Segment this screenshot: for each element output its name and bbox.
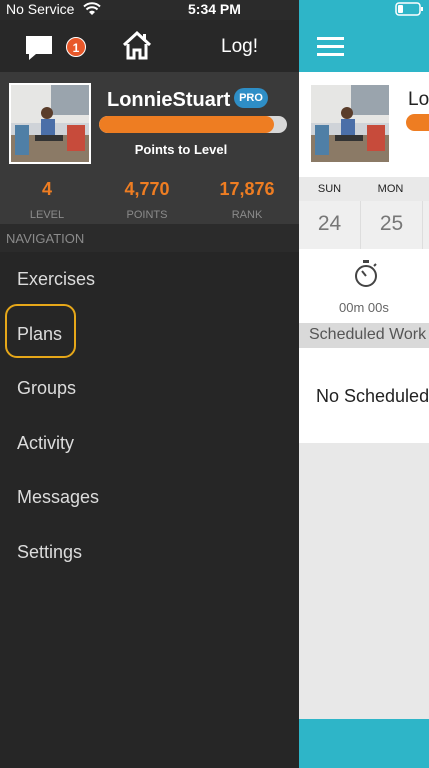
nav-item-messages[interactable]: Messages: [17, 487, 99, 508]
avatar[interactable]: [9, 83, 91, 164]
pro-badge: PRO: [234, 88, 268, 108]
timer-value: 00m 00s: [339, 300, 389, 315]
menu-line: [317, 45, 344, 48]
nav-item-plans[interactable]: Plans: [17, 324, 62, 345]
clock: 5:34 PM: [188, 1, 241, 17]
scheduled-workouts-heading: Scheduled Work: [299, 323, 429, 348]
calendar-dates: 24 25: [299, 201, 429, 249]
date-cell[interactable]: 24: [299, 201, 360, 247]
navigation-heading: NAVIGATION: [6, 231, 85, 246]
nav-item-settings[interactable]: Settings: [17, 542, 82, 563]
home-icon: [122, 30, 152, 60]
stat-level: 4 LEVEL: [0, 179, 97, 221]
wifi-icon: [83, 2, 101, 15]
stat-rank-value: 17,876: [219, 179, 275, 199]
nav-item-activity[interactable]: Activity: [17, 433, 74, 454]
username: LonnieStuart: [107, 89, 231, 111]
stat-rank-label: RANK: [231, 209, 263, 221]
calendar-weekdays: SUN MON: [299, 177, 429, 201]
navigation-drawer: No Service 5:34 PM 1 Log! LonnieStuart P…: [0, 0, 299, 768]
stat-points-label: POINTS: [126, 209, 168, 221]
main-username: Lo: [408, 89, 429, 110]
stat-points: 4,770 POINTS: [97, 179, 197, 221]
date-cell[interactable]: 25: [361, 201, 422, 247]
main-progress-bar: [406, 114, 429, 131]
bottom-bar: [299, 719, 429, 768]
stopwatch-icon: [355, 260, 377, 287]
main-app-bar: [299, 0, 429, 72]
weekday-mon: MON: [377, 183, 404, 195]
profile-card: LonnieStuart PRO Points to Level 4 LEVEL…: [0, 72, 299, 224]
log-button[interactable]: Log!: [221, 36, 258, 58]
notification-badge: 1: [66, 37, 86, 57]
stat-rank: 17,876 RANK: [197, 179, 297, 221]
level-progress-bar: [99, 116, 287, 133]
navigation-list: Exercises Plans Groups Activity Messages…: [0, 252, 299, 768]
menu-line: [317, 53, 344, 56]
main-profile-card: Lo: [299, 72, 429, 177]
battery-icon: [395, 2, 423, 16]
nav-item-exercises[interactable]: Exercises: [17, 269, 95, 290]
messages-button[interactable]: 1: [24, 30, 86, 66]
stat-level-value: 4: [41, 179, 52, 199]
stat-points-value: 4,770: [124, 179, 170, 199]
weekday-sun: SUN: [317, 183, 342, 195]
main-content: Lo SUN MON 24 25 00m 00s Scheduled Work …: [299, 0, 429, 768]
scheduled-workouts-body: No Scheduled: [299, 348, 429, 443]
timer-area: 00m 00s: [299, 249, 429, 323]
nav-item-groups[interactable]: Groups: [17, 378, 76, 399]
menu-line: [317, 37, 344, 40]
calendar-divider: [422, 201, 423, 249]
status-bar: No Service 5:34 PM: [0, 0, 299, 20]
points-to-level-label: Points to Level: [134, 142, 228, 157]
main-avatar[interactable]: [309, 83, 391, 164]
avatar-photo: [11, 85, 89, 162]
carrier-label: No Service: [6, 1, 75, 17]
home-button[interactable]: [121, 30, 155, 62]
level-progress-fill: [99, 116, 274, 133]
avatar-photo: [311, 85, 389, 162]
chat-bubble-icon: [26, 36, 52, 60]
stat-level-label: LEVEL: [29, 209, 65, 221]
drawer-header: 1 Log!: [0, 20, 299, 72]
no-scheduled-message: No Scheduled: [316, 386, 429, 406]
menu-button[interactable]: [317, 37, 344, 57]
